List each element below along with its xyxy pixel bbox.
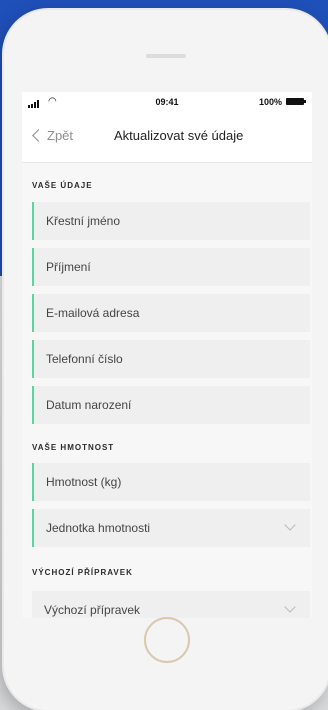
section-header-product: VÝCHOZÍ PŘÍPRAVEK bbox=[32, 568, 133, 577]
navigation-bar: Zpět Aktualizovat své údaje bbox=[22, 112, 312, 163]
first-name-field[interactable]: Křestní jméno bbox=[32, 202, 310, 240]
section-header-personal: VAŠE ÚDAJE bbox=[32, 181, 93, 190]
field-label: Křestní jméno bbox=[46, 214, 121, 228]
back-button[interactable]: Zpět bbox=[32, 128, 74, 143]
back-label: Zpět bbox=[47, 128, 74, 143]
field-label: Hmotnost (kg) bbox=[46, 475, 122, 489]
form-content: VAŠE ÚDAJE Křestní jméno Příjmení E-mail… bbox=[22, 163, 312, 618]
phone-frame: ◠ 09:41 100% Zpět Aktualizovat své údaje… bbox=[4, 10, 328, 710]
battery-icon bbox=[286, 98, 306, 105]
chevron-down-icon bbox=[284, 601, 296, 613]
field-label: Datum narození bbox=[46, 398, 132, 412]
page-title: Aktualizovat své údaje bbox=[114, 128, 244, 143]
chevron-left-icon bbox=[32, 129, 45, 142]
field-label: Telefonní číslo bbox=[46, 352, 123, 366]
section-header-weight: VAŠE HMOTNOST bbox=[32, 443, 115, 452]
weight-field[interactable]: Hmotnost (kg) bbox=[32, 463, 310, 501]
weight-unit-select[interactable]: Jednotka hmotnosti bbox=[32, 509, 310, 547]
default-product-select[interactable]: Výchozí přípravek bbox=[32, 591, 310, 618]
status-bar: ◠ 09:41 100% bbox=[22, 92, 312, 112]
birthdate-field[interactable]: Datum narození bbox=[32, 386, 310, 424]
battery-percent: 100% bbox=[258, 97, 282, 107]
home-button[interactable] bbox=[144, 617, 190, 663]
field-label: Příjmení bbox=[46, 260, 91, 274]
field-label: Jednotka hmotnosti bbox=[46, 521, 151, 535]
field-label: Výchozí přípravek bbox=[44, 603, 141, 617]
phone-field[interactable]: Telefonní číslo bbox=[32, 340, 310, 378]
phone-screen: ◠ 09:41 100% Zpět Aktualizovat své údaje… bbox=[22, 92, 312, 618]
last-name-field[interactable]: Příjmení bbox=[32, 248, 310, 286]
field-label: E-mailová adresa bbox=[46, 306, 140, 320]
chevron-down-icon bbox=[284, 519, 296, 531]
email-field[interactable]: E-mailová adresa bbox=[32, 294, 310, 332]
speaker-grille bbox=[146, 54, 186, 58]
